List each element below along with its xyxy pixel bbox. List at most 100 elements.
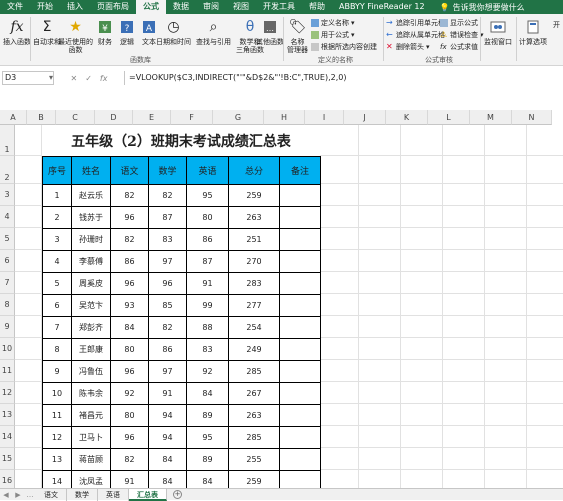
- prev-sheet-icon[interactable]: ◀: [0, 491, 12, 499]
- calc-options-button[interactable]: 计算选项: [519, 17, 547, 46]
- table-data-cell[interactable]: 92: [110, 382, 149, 405]
- table-data-cell[interactable]: 86: [110, 250, 149, 273]
- column-header-L[interactable]: L: [428, 110, 470, 125]
- grid-cell[interactable]: [527, 156, 563, 184]
- row-header-3[interactable]: 3: [0, 184, 15, 206]
- grid-cell[interactable]: [320, 206, 359, 228]
- grid-cell[interactable]: [485, 426, 527, 448]
- grid-cell[interactable]: [401, 228, 443, 250]
- table-data-cell[interactable]: [279, 228, 321, 251]
- grid-cell[interactable]: [401, 184, 443, 206]
- grid-cell[interactable]: [485, 382, 527, 404]
- grid-cell[interactable]: [443, 426, 485, 448]
- row-header-13[interactable]: 13: [0, 404, 15, 426]
- table-data-cell[interactable]: 96: [110, 426, 149, 449]
- grid-cell[interactable]: [485, 294, 527, 316]
- grid-cell[interactable]: [527, 426, 563, 448]
- table-data-cell[interactable]: 82: [148, 316, 187, 339]
- more-sheets-icon[interactable]: …: [24, 491, 36, 499]
- table-data-cell[interactable]: 10: [42, 382, 72, 405]
- create-from-selection-button[interactable]: 根据所选内容创建: [311, 42, 377, 52]
- grid-cell[interactable]: [443, 294, 485, 316]
- table-data-cell[interactable]: [279, 426, 321, 449]
- grid-cell[interactable]: [15, 360, 42, 382]
- grid-cell[interactable]: [15, 272, 42, 294]
- table-data-cell[interactable]: 86: [148, 338, 187, 361]
- grid-cell[interactable]: [359, 360, 401, 382]
- table-data-cell[interactable]: [279, 404, 321, 427]
- grid-cell[interactable]: [15, 426, 42, 448]
- datetime-button[interactable]: ◷ 日期和时间: [156, 17, 191, 46]
- grid-cell[interactable]: [443, 382, 485, 404]
- other-functions-button[interactable]: … 其他函数: [256, 17, 284, 46]
- grid-cell[interactable]: [527, 448, 563, 470]
- next-sheet-icon[interactable]: ▶: [12, 491, 24, 499]
- grid-cell[interactable]: [443, 360, 485, 382]
- tab-4[interactable]: 公式: [136, 0, 166, 14]
- row-header-7[interactable]: 7: [0, 272, 15, 294]
- table-data-cell[interactable]: 283: [228, 272, 280, 295]
- column-header-A[interactable]: A: [0, 110, 27, 125]
- grid-cell[interactable]: [359, 228, 401, 250]
- grid-cell[interactable]: [485, 272, 527, 294]
- grid-cell[interactable]: [359, 156, 401, 184]
- grid-cell[interactable]: [443, 156, 485, 184]
- table-data-cell[interactable]: 80: [186, 206, 229, 229]
- grid-cell[interactable]: [320, 360, 359, 382]
- table-data-cell[interactable]: 89: [186, 404, 229, 427]
- sheet-tab-0[interactable]: 语文: [36, 488, 67, 501]
- grid-cell[interactable]: [527, 316, 563, 338]
- table-data-cell[interactable]: 96: [110, 206, 149, 229]
- grid-cell[interactable]: [401, 338, 443, 360]
- grid-cell[interactable]: [443, 448, 485, 470]
- grid-cell[interactable]: [320, 294, 359, 316]
- financial-button[interactable]: ¥ 财务: [95, 17, 115, 46]
- table-data-cell[interactable]: 95: [186, 184, 229, 207]
- grid-cell[interactable]: [15, 404, 42, 426]
- grid-cell[interactable]: [401, 448, 443, 470]
- column-header-I[interactable]: I: [305, 110, 344, 125]
- table-data-cell[interactable]: 99: [186, 294, 229, 317]
- table-data-cell[interactable]: 94: [148, 426, 187, 449]
- table-data-cell[interactable]: 87: [186, 250, 229, 273]
- watch-window-button[interactable]: 监视窗口: [484, 17, 512, 46]
- grid-cell[interactable]: [485, 404, 527, 426]
- grid-cell[interactable]: [401, 316, 443, 338]
- grid-cell[interactable]: [320, 272, 359, 294]
- table-data-cell[interactable]: 褚昌元: [71, 404, 111, 427]
- insert-function-button[interactable]: fx 插入函数: [3, 17, 31, 46]
- grid-cell[interactable]: [401, 156, 443, 184]
- tab-10[interactable]: ABBYY FineReader 12: [332, 0, 432, 14]
- table-data-cell[interactable]: 267: [228, 382, 280, 405]
- grid-cell[interactable]: [359, 316, 401, 338]
- autosum-button[interactable]: Σ 自动求和: [33, 17, 61, 46]
- grid-cell[interactable]: [359, 448, 401, 470]
- table-data-cell[interactable]: 97: [148, 360, 187, 383]
- grid-cell[interactable]: [320, 316, 359, 338]
- sheet-title[interactable]: 五年级（2）班期末考试成绩汇总表: [42, 125, 320, 156]
- column-header-E[interactable]: E: [133, 110, 171, 125]
- table-data-cell[interactable]: [279, 382, 321, 405]
- table-data-cell[interactable]: 郑彭齐: [71, 316, 111, 339]
- table-data-cell[interactable]: 80: [110, 404, 149, 427]
- grid-cell[interactable]: [401, 382, 443, 404]
- table-data-cell[interactable]: 270: [228, 250, 280, 273]
- define-name-button[interactable]: 定义名称 ▾: [311, 18, 355, 28]
- table-data-cell[interactable]: 91: [148, 382, 187, 405]
- grid-cell[interactable]: [443, 404, 485, 426]
- column-header-B[interactable]: B: [27, 110, 56, 125]
- grid-cell[interactable]: [359, 125, 401, 156]
- use-in-formula-button[interactable]: 用于公式 ▾: [311, 30, 355, 40]
- calc-now-button[interactable]: 开: [553, 20, 560, 30]
- grid-cell[interactable]: [320, 382, 359, 404]
- table-data-cell[interactable]: 95: [186, 426, 229, 449]
- table-data-cell[interactable]: 12: [42, 426, 72, 449]
- error-checking-button[interactable]: ⚠ 错误检查 ▾: [440, 30, 484, 40]
- tab-5[interactable]: 数据: [166, 0, 196, 14]
- table-data-cell[interactable]: 263: [228, 206, 280, 229]
- grid-cell[interactable]: [527, 382, 563, 404]
- grid-cell[interactable]: [15, 382, 42, 404]
- grid-cell[interactable]: [443, 338, 485, 360]
- grid-cell[interactable]: [320, 404, 359, 426]
- grid-cell[interactable]: [15, 250, 42, 272]
